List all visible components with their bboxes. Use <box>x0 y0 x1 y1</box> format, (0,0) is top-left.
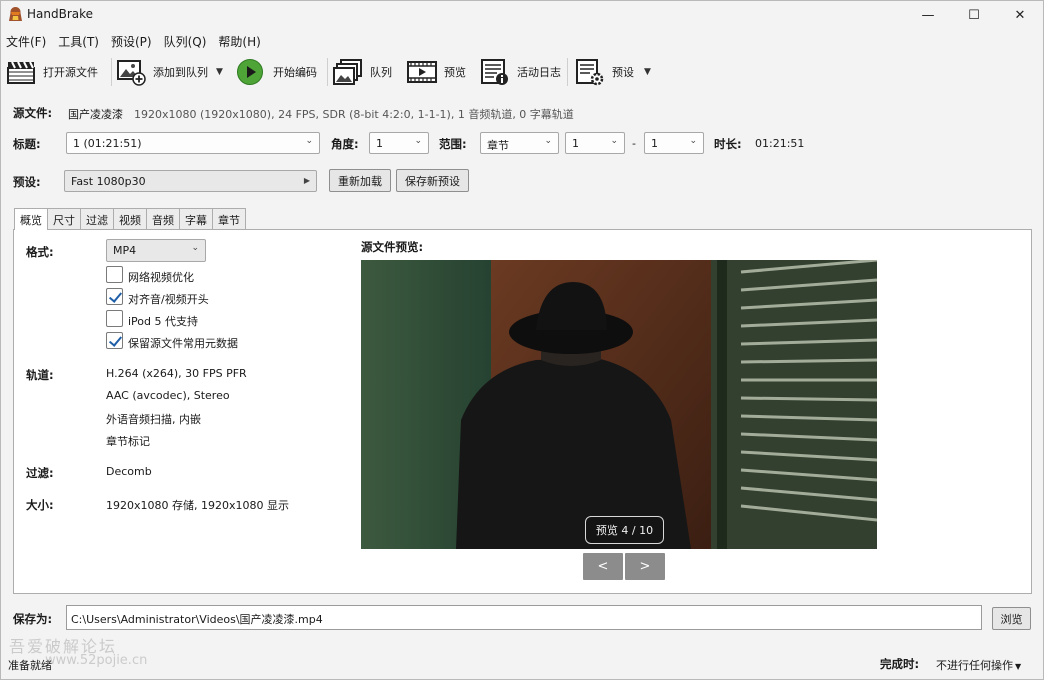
menu-file[interactable]: 文件(F) <box>1 30 53 52</box>
keep-metadata-label: 保留源文件常用元数据 <box>128 337 238 350</box>
save-as-label: 保存为: <box>13 612 53 626</box>
ipod5-label: iPod 5 代支持 <box>128 315 199 328</box>
range-dash: - <box>632 137 636 150</box>
handbrake-logo-icon <box>9 7 22 21</box>
track-item: H.264 (x264), 30 FPS PFR <box>106 367 247 380</box>
when-done-label: 完成时: <box>880 657 920 671</box>
tab-subtitles[interactable]: 字幕 <box>179 208 213 229</box>
chevron-down-icon: ▼ <box>1015 662 1022 671</box>
queue-button[interactable]: 队列 <box>333 56 392 88</box>
handbrake-window: HandBrake — ☐ ✕ 文件(F) 工具(T) 预设(P) 队列(Q) … <box>0 0 1044 680</box>
range-end-select[interactable]: 1 ⌄ <box>644 132 704 154</box>
ipod5-checkbox[interactable] <box>106 310 123 327</box>
play-icon <box>237 59 263 85</box>
menu-queue[interactable]: 队列(Q) <box>159 30 214 52</box>
preview-counter-badge: 预览 4 / 10 <box>585 516 664 544</box>
tab-chapters[interactable]: 章节 <box>212 208 246 229</box>
preview-next-button[interactable]: > <box>625 553 665 580</box>
source-label: 源文件: <box>13 106 53 120</box>
preset-selector[interactable]: Fast 1080p30 ▶ <box>64 170 317 192</box>
close-button[interactable]: ✕ <box>997 1 1043 29</box>
track-item: 外语音频扫描, 内嵌 <box>106 413 201 426</box>
preview-frame-art <box>361 260 877 549</box>
preview-prev-button[interactable]: < <box>583 553 623 580</box>
chevron-down-icon: ⌄ <box>544 136 552 146</box>
save-new-preset-button[interactable]: 保存新预设 <box>396 169 469 192</box>
chevron-down-icon: ⌄ <box>414 136 422 146</box>
toolbar: 打开源文件 添加到队列 ▼ 开始编码 队列 预览 活动日志 预设 ▼ <box>1 54 1043 92</box>
minimize-button[interactable]: — <box>905 1 951 29</box>
clapperboard-icon <box>7 61 35 84</box>
web-optimize-checkbox[interactable] <box>106 266 123 283</box>
when-done-select[interactable]: 不进行任何操作 ▼ <box>936 657 1021 673</box>
align-av-checkbox[interactable] <box>106 288 123 305</box>
source-info: 1920x1080 (1920x1080), 24 FPS, SDR (8-bi… <box>134 108 574 121</box>
film-play-icon <box>407 61 437 83</box>
size-value: 1920x1080 存储, 1920x1080 显示 <box>106 499 289 512</box>
tab-dimensions[interactable]: 尺寸 <box>47 208 81 229</box>
source-name: 国产凌凌漆 <box>68 108 123 121</box>
preview-button[interactable]: 预览 <box>407 56 466 88</box>
menu-bar: 文件(F) 工具(T) 预设(P) 队列(Q) 帮助(H) <box>1 30 268 52</box>
toolbar-separator <box>327 58 328 86</box>
angle-select[interactable]: 1 ⌄ <box>369 132 429 154</box>
track-item: AAC (avcodec), Stereo <box>106 389 230 402</box>
queue-images-icon <box>333 59 362 85</box>
window-title: HandBrake <box>27 7 94 21</box>
tab-filters[interactable]: 过滤 <box>80 208 114 229</box>
filters-value: Decomb <box>106 465 152 478</box>
menu-tools[interactable]: 工具(T) <box>53 30 106 52</box>
tab-strip: 概览 尺寸 过滤 视频 音频 字幕 章节 <box>14 208 246 230</box>
chevron-down-icon[interactable]: ▼ <box>216 67 223 77</box>
duration-label: 时长: <box>714 137 742 151</box>
toolbar-separator <box>567 58 568 86</box>
title-select[interactable]: 1 (01:21:51) ⌄ <box>66 132 320 154</box>
reload-preset-button[interactable]: 重新加载 <box>329 169 391 192</box>
preset-label: 预设: <box>13 175 41 189</box>
activity-log-button[interactable]: 活动日志 <box>480 56 561 88</box>
chevron-down-icon: ⌄ <box>191 243 199 253</box>
add-to-queue-button[interactable]: 添加到队列 ▼ <box>116 56 223 88</box>
open-source-button[interactable]: 打开源文件 <box>6 56 98 88</box>
destination-path-input[interactable]: C:\Users\Administrator\Videos\国产凌凌漆.mp4 <box>66 605 982 630</box>
title-bar: HandBrake — ☐ ✕ <box>1 1 1043 29</box>
angle-label: 角度: <box>331 137 359 151</box>
duration-value: 01:21:51 <box>755 137 805 150</box>
log-info-icon <box>481 59 508 85</box>
menu-help[interactable]: 帮助(H) <box>213 30 267 52</box>
tab-summary[interactable]: 概览 <box>14 208 48 230</box>
title-label: 标题: <box>13 137 41 151</box>
chevron-down-icon: ⌄ <box>305 136 313 146</box>
presets-button[interactable]: 预设 ▼ <box>575 56 651 88</box>
tab-video[interactable]: 视频 <box>113 208 147 229</box>
add-image-icon <box>117 60 146 86</box>
browse-button[interactable]: 浏览 <box>992 607 1031 630</box>
tracks-label: 轨道: <box>26 368 54 382</box>
chevron-right-icon: ▶ <box>303 176 310 185</box>
chevron-down-icon[interactable]: ▼ <box>644 67 651 77</box>
filters-label: 过滤: <box>26 466 54 480</box>
source-preview-image: 预览 4 / 10 <box>361 260 877 549</box>
toolbar-separator <box>111 58 112 86</box>
keep-metadata-checkbox[interactable] <box>106 332 123 349</box>
preview-label: 源文件预览: <box>361 240 424 254</box>
format-label: 格式: <box>26 245 54 259</box>
menu-presets[interactable]: 预设(P) <box>106 30 159 52</box>
size-label: 大小: <box>26 498 54 512</box>
range-label: 范围: <box>439 137 467 151</box>
track-item: 章节标记 <box>106 435 150 448</box>
format-select[interactable]: MP4 ⌄ <box>106 239 206 262</box>
start-encode-button[interactable]: 开始编码 <box>236 56 317 88</box>
range-start-select[interactable]: 1 ⌄ <box>565 132 625 154</box>
range-type-select[interactable]: 章节 ⌄ <box>480 132 559 154</box>
summary-panel: 格式: MP4 ⌄ 网络视频优化 对齐音/视频开头 iPod 5 代支持 保留源文… <box>13 229 1032 594</box>
preset-gear-icon <box>576 59 604 86</box>
watermark-url: www.52pojie.cn <box>45 653 148 668</box>
align-av-label: 对齐音/视频开头 <box>128 293 209 306</box>
web-optimize-label: 网络视频优化 <box>128 271 194 284</box>
maximize-button[interactable]: ☐ <box>951 1 997 29</box>
chevron-down-icon: ⌄ <box>689 136 697 146</box>
tab-audio[interactable]: 音频 <box>146 208 180 229</box>
chevron-down-icon: ⌄ <box>610 136 618 146</box>
